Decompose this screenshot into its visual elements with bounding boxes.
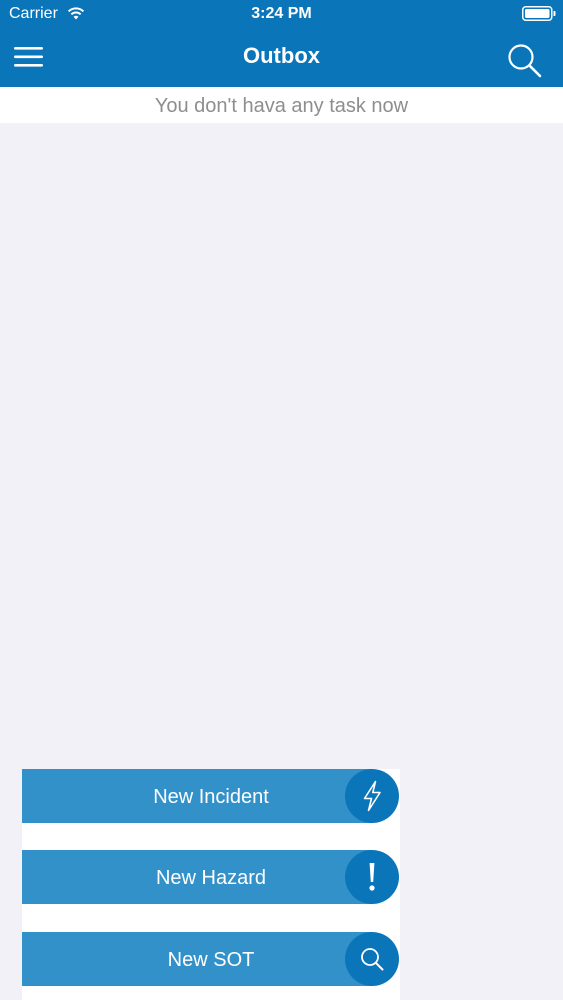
new-sot-icon-button[interactable] [345, 932, 399, 986]
nav-bar: Outbox [0, 28, 563, 87]
new-hazard-row: New Hazard [22, 850, 400, 904]
new-sot-button[interactable] [22, 932, 372, 986]
new-item-action-panel: New Incident New Hazard New SOT [22, 769, 400, 1000]
status-bar: Carrier 3:24 PM [0, 0, 563, 28]
battery-icon [522, 6, 556, 21]
new-hazard-button[interactable] [22, 850, 372, 904]
search-icon[interactable] [505, 41, 543, 79]
status-clock: 3:24 PM [251, 5, 312, 22]
exclamation-icon [369, 863, 375, 891]
new-sot-row: New SOT [22, 932, 400, 986]
new-incident-icon-button[interactable] [345, 769, 399, 823]
search-icon [361, 948, 384, 971]
new-incident-button[interactable] [22, 769, 372, 823]
new-incident-row: New Incident [22, 769, 400, 823]
empty-state-message: You don't hava any task now [0, 87, 563, 123]
new-hazard-icon-button[interactable] [345, 850, 399, 904]
page-title: Outbox [243, 43, 320, 68]
lightning-icon [363, 780, 381, 812]
